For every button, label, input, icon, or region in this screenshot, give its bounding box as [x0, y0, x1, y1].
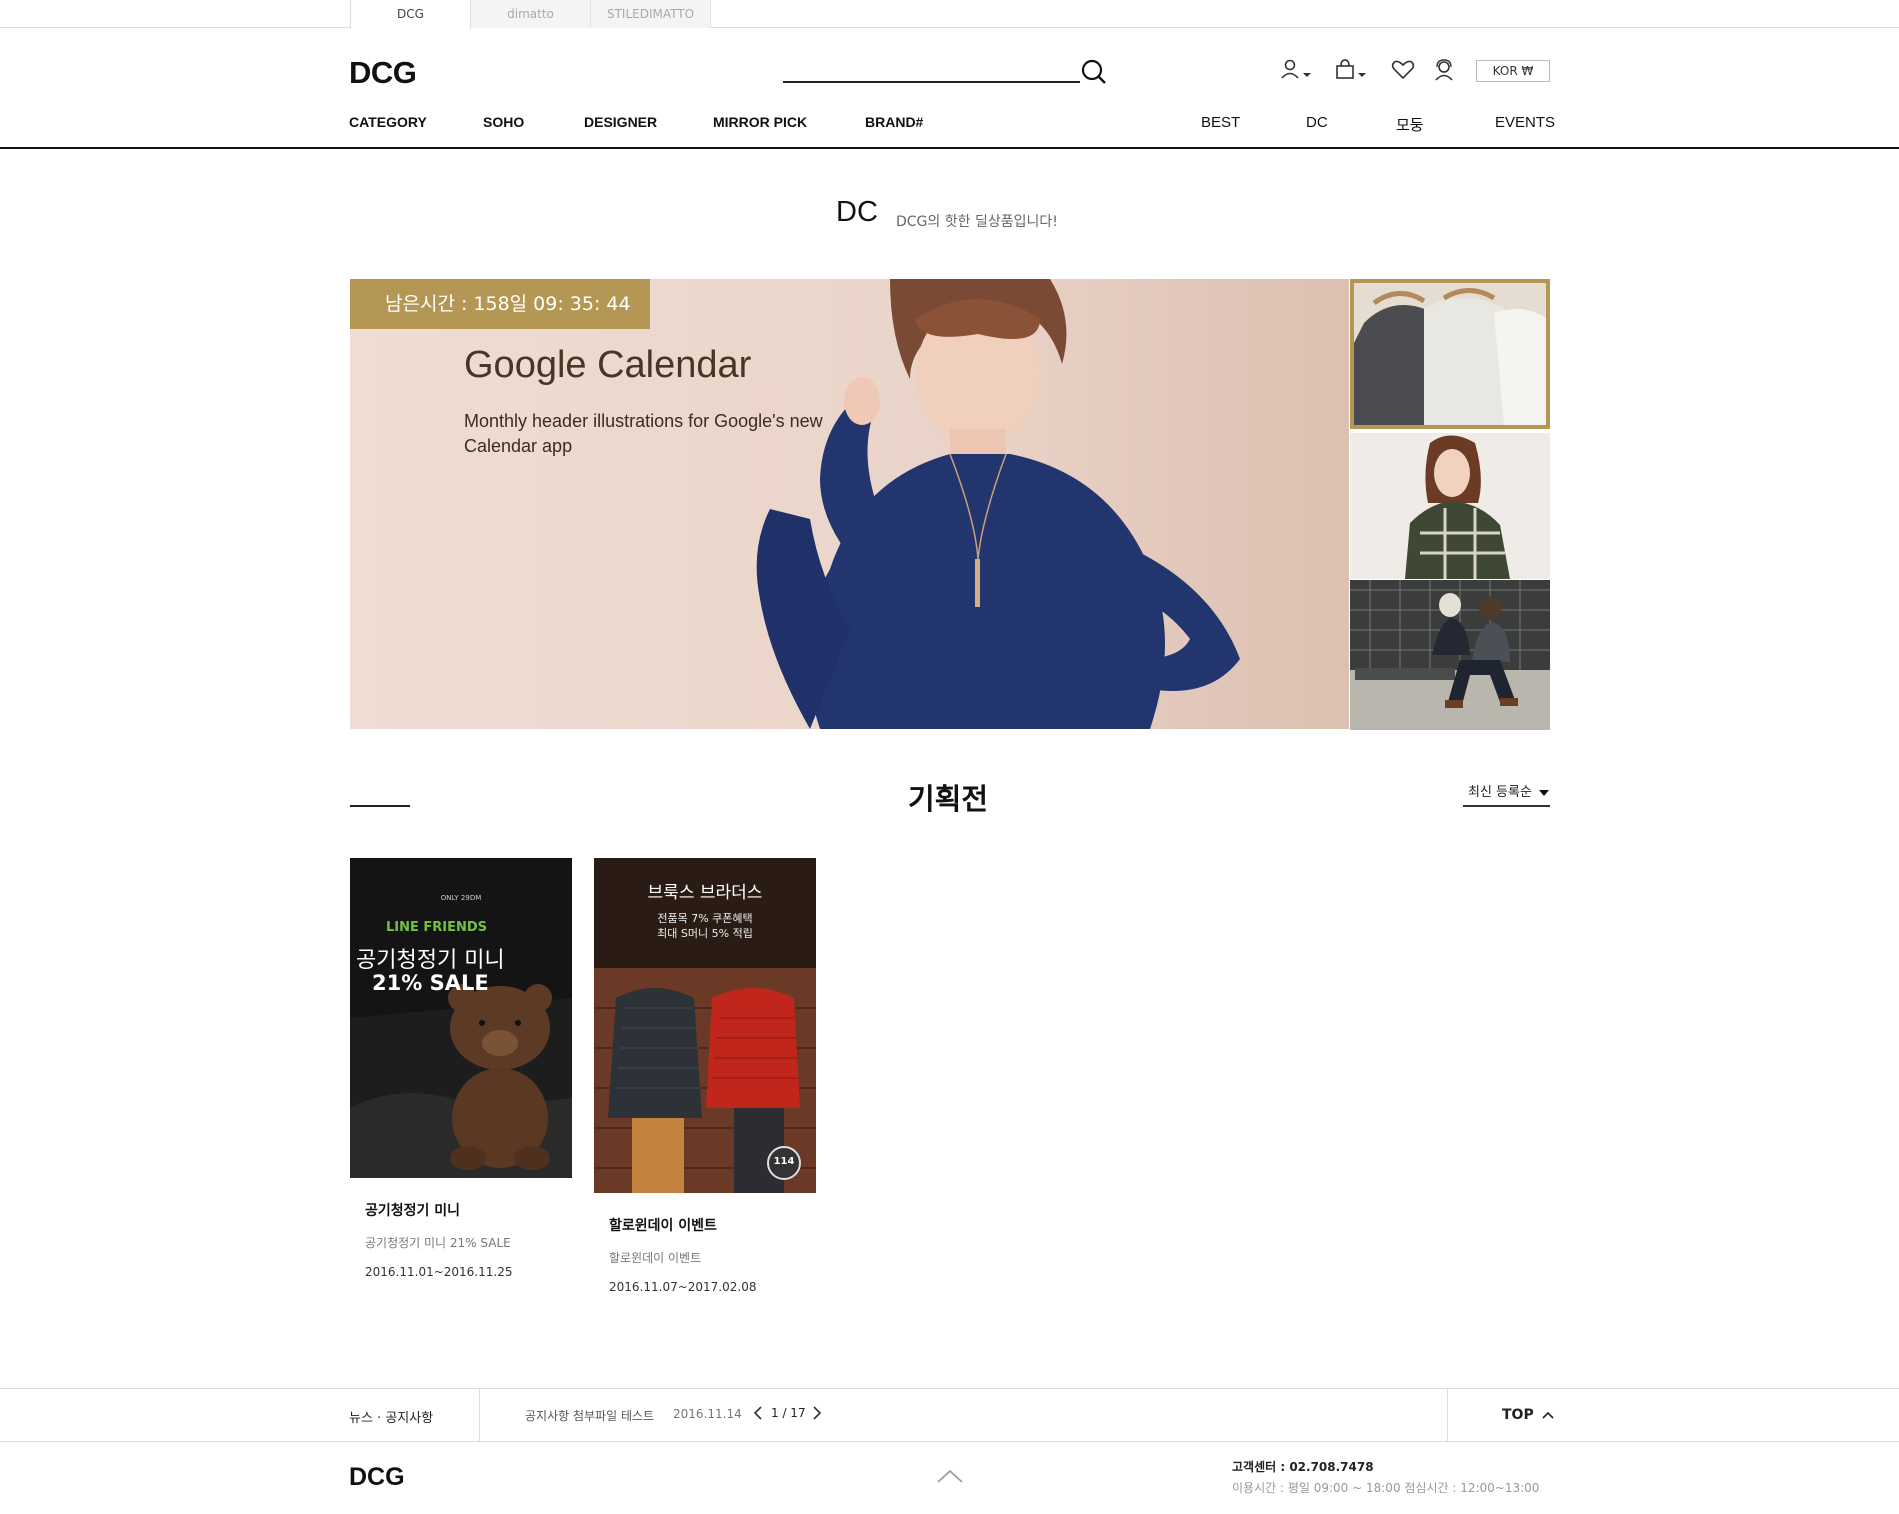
nav-dc[interactable]: DC	[1306, 114, 1328, 131]
nav-events[interactable]: EVENTS	[1495, 114, 1555, 131]
nav-soho[interactable]: SOHO	[483, 114, 524, 130]
card-2-banner-line2: 최대 S머니 5% 적립	[657, 927, 753, 940]
nav-category[interactable]: CATEGORY	[349, 114, 427, 130]
exhibition-rule	[350, 805, 410, 807]
exhibition-title: 기획전	[908, 782, 989, 816]
heart-icon[interactable]	[1391, 58, 1415, 82]
customer-center: 고객센터 : 02.708.7478	[1232, 1458, 1374, 1475]
site-logo[interactable]: DCG	[349, 55, 417, 91]
thumb-image-jackets	[1354, 283, 1546, 425]
card-2-banner-badge: 114	[773, 1156, 795, 1167]
section-title: DC	[836, 196, 878, 228]
section-subtitle: DCG의 핫한 딜상품입니다!	[896, 214, 1058, 230]
card-2-name: 할로윈데이 이벤트	[609, 1218, 717, 1234]
chevron-left-icon[interactable]	[750, 1403, 766, 1423]
card-1-name: 공기청정기 미니	[365, 1203, 461, 1219]
card-1-banner: ONLY 29DM LINE FRIENDS 공기청정기 미니 21% SALE	[350, 858, 572, 1178]
card-1-banner-headline: 공기청정기 미니	[356, 948, 505, 973]
exhibition-card-1[interactable]: ONLY 29DM LINE FRIENDS 공기청정기 미니 21% SALE…	[350, 858, 572, 1279]
card-2-date: 2016.11.07~2017.02.08	[609, 1280, 757, 1294]
nav-modung[interactable]: 모둥	[1396, 114, 1424, 135]
sort-dropdown[interactable]: 최신 등록순	[1463, 781, 1550, 807]
thumb-image-bench-couple	[1350, 580, 1550, 730]
countdown-timer: 남은시간 : 158일 09: 35: 44	[350, 279, 650, 329]
search-input[interactable]	[783, 81, 1080, 83]
card-1-banner-sale: 21% SALE	[372, 971, 489, 995]
user-icon[interactable]	[1280, 58, 1314, 82]
hero-thumb-3[interactable]	[1350, 580, 1550, 730]
footer-expand-icon[interactable]	[934, 1466, 966, 1486]
card-1-bear-image	[350, 858, 572, 1178]
card-1-desc: 공기청정기 미니 21% SALE	[365, 1236, 511, 1250]
language-currency-button[interactable]: KOR ₩	[1476, 60, 1550, 82]
sort-label: 최신 등록순	[1468, 785, 1532, 800]
site-tab-dimatto[interactable]: dimatto	[471, 0, 591, 28]
site-tab-dcg[interactable]: DCG	[350, 0, 471, 29]
chevron-up-icon	[1542, 1411, 1554, 1419]
news-item-date: 2016.11.14	[673, 1407, 742, 1421]
news-bar: 뉴스 · 공지사항 공지사항 첨부파일 테스트 2016.11.14 1 / 1…	[0, 1388, 1899, 1442]
hero-banner[interactable]: 남은시간 : 158일 09: 35: 44 Google Calendar M…	[350, 279, 1349, 729]
news-label: 뉴스 · 공지사항	[349, 1411, 434, 1426]
news-pager: 1 / 17	[771, 1406, 806, 1420]
cart-icon[interactable]	[1335, 58, 1369, 82]
caret-down-icon	[1539, 789, 1550, 796]
customer-center-text: 고객센터 : 02.708.7478	[1232, 1460, 1374, 1474]
nav-divider	[0, 147, 1899, 149]
card-1-banner-top: ONLY 29DM	[440, 894, 482, 902]
news-item-title[interactable]: 공지사항 첨부파일 테스트	[525, 1407, 654, 1424]
site-tab-stiledimatto[interactable]: STILEDIMATTO	[591, 0, 711, 28]
thumb-image-plaid-shirt	[1350, 433, 1550, 579]
top-label: TOP	[1502, 1407, 1534, 1423]
card-2-banner-line1: 전품목 7% 쿠폰혜택	[657, 912, 753, 925]
card-2-jackets-image	[594, 858, 816, 1193]
search-icon[interactable]	[1080, 58, 1108, 86]
card-1-banner-brand: LINE FRIENDS	[386, 920, 488, 935]
top-button[interactable]: TOP	[1502, 1407, 1555, 1423]
nav-best[interactable]: BEST	[1201, 114, 1240, 131]
nav-brand[interactable]: BRAND#	[865, 114, 923, 130]
hero-title: Google Calendar	[464, 344, 752, 386]
site-tabs: DCG dimatto STILEDIMATTO	[0, 0, 1899, 29]
exhibition-card-2[interactable]: 브룩스 브라더스 전품목 7% 쿠폰혜택 최대 S머니 5% 적립 114 할로…	[594, 858, 816, 1294]
top-divider	[1447, 1389, 1448, 1441]
footer-logo[interactable]: DCG	[349, 1463, 405, 1492]
card-2-desc: 할로윈데이 이벤트	[609, 1251, 702, 1265]
news-divider	[479, 1389, 480, 1441]
nav-designer[interactable]: DESIGNER	[584, 114, 657, 130]
chevron-right-icon[interactable]	[809, 1403, 825, 1423]
card-1-date: 2016.11.01~2016.11.25	[365, 1265, 513, 1279]
card-2-banner: 브룩스 브라더스 전품목 7% 쿠폰혜택 최대 S머니 5% 적립 114	[594, 858, 816, 1193]
hero-thumb-1[interactable]	[1350, 279, 1550, 429]
nav-mirror-pick[interactable]: MIRROR PICK	[713, 114, 807, 130]
customer-center-hours: 이용시간 : 평일 09:00 ~ 18:00 점심시간 : 12:00~13:…	[1232, 1481, 1540, 1495]
card-2-banner-top: 브룩스 브라더스	[647, 883, 763, 903]
hero-description: Monthly header illustrations for Google'…	[464, 411, 823, 456]
hero-thumb-2[interactable]	[1350, 433, 1550, 579]
headset-icon[interactable]	[1432, 58, 1456, 82]
